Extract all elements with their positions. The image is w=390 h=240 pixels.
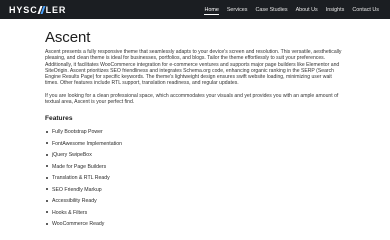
list-item: SEO Friendly Markup — [45, 187, 345, 199]
features-heading: Features — [45, 115, 73, 123]
logo-text-start: HYSC — [9, 4, 38, 15]
page-title: Ascent — [45, 29, 91, 46]
top-navbar: HYSC LER Home Services Case Studies Abou… — [0, 0, 390, 19]
list-item: Translation & RTL Ready — [45, 175, 345, 187]
description-paragraph: Ascent presents a fully responsive theme… — [45, 49, 342, 87]
nav-link-case-studies[interactable]: Case Studies — [252, 0, 292, 19]
list-item: Hooks & Filters — [45, 210, 345, 222]
list-item: jQuery SwipeBox — [45, 152, 345, 164]
nav-link-about-us[interactable]: About Us — [292, 0, 322, 19]
list-item: FontAwesome Implementation — [45, 141, 345, 153]
intro-paragraph: If you are looking for a clean professio… — [45, 92, 339, 106]
list-item: Made for Page Builders — [45, 164, 345, 176]
list-item: Accessibility Ready — [45, 198, 345, 210]
list-item: Fully Bootstrap Power — [45, 129, 345, 141]
main-content: Ascent Ascent presents a fully responsiv… — [45, 29, 345, 233]
nav-link-services[interactable]: Services — [223, 0, 252, 19]
nav-link-home[interactable]: Home — [200, 0, 222, 19]
site-logo[interactable]: HYSC LER — [9, 5, 66, 15]
nav-link-insights[interactable]: Insights — [322, 0, 349, 19]
list-item: WooCommerce Ready — [45, 221, 345, 233]
logo-text-end: LER — [45, 4, 67, 15]
nav-link-contact-us[interactable]: Contact Us — [348, 0, 383, 19]
nav-links: Home Services Case Studies About Us Insi… — [200, 0, 383, 19]
features-list: Fully Bootstrap Power FontAwesome Implem… — [45, 129, 345, 233]
logo-mark-icon — [38, 6, 45, 14]
